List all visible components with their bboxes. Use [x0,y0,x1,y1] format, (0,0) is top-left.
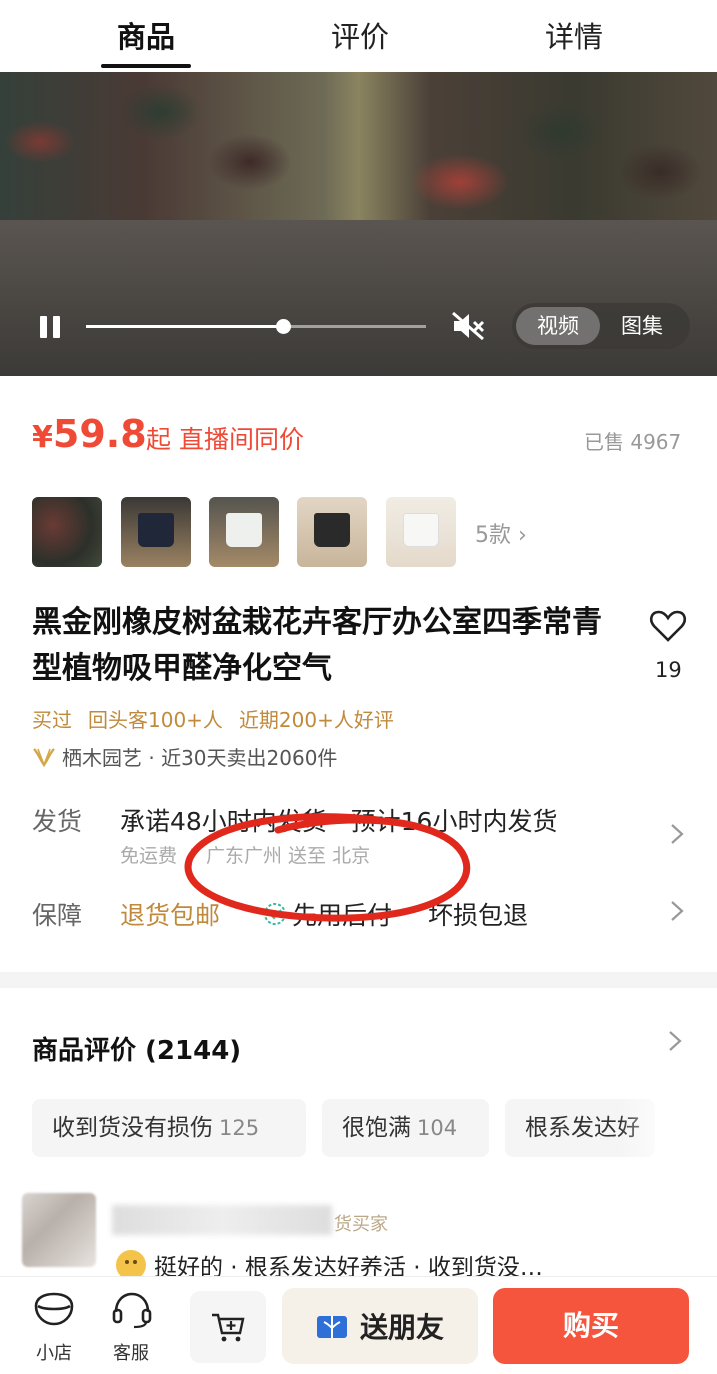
shop-info: 栖木园艺 · 近30天卖出2060件 [62,746,338,770]
product-page: 商品 评价 详情 视频 图集 ¥59.8 起 直播间同价 已售 4967 5款 … [0,0,717,1374]
guarantee-label: 保障 [32,901,83,930]
send-to-friend-label: 送朋友 [359,1311,444,1344]
avatar[interactable] [22,1193,96,1267]
gallery-toggle-button[interactable]: 图集 [600,307,684,345]
media-toggle: 视频 图集 [512,303,690,349]
favorite-count: 19 [655,658,682,682]
review-chip-no-damage[interactable]: 收到货没有损伤 125 [32,1099,306,1157]
chip-fade [620,1099,717,1157]
shipping-fee: 免运费 [120,845,178,867]
review-chip-count: 125 [219,1116,260,1140]
variant-thumb-light-pot[interactable] [386,497,456,567]
tab-details[interactable]: 详情 [545,14,603,56]
shipping-chevron-right-icon[interactable] [670,823,684,845]
headset-icon[interactable] [110,1290,154,1330]
review-chip-label: 收到货没有损伤 [52,1115,213,1141]
video-shade [0,220,717,376]
guarantee-chevron-right-icon[interactable] [670,900,684,922]
shop-line[interactable]: 栖木园艺 · 近30天卖出2060件 [32,742,337,771]
review-chip-count: 104 [417,1116,458,1140]
mute-icon[interactable] [450,310,486,342]
shipping-label: 发货 [32,807,83,836]
more-variants-link[interactable]: 5款 › [475,517,527,549]
product-title: 黑金刚橡皮树盆栽花卉客厅办公室四季常青型植物吸甲醛净化空气 [32,605,602,686]
tag-bought: 买过 [32,708,72,732]
shop-icon[interactable] [32,1292,76,1328]
product-tags: 买过 回头客100+人 近期200+人好评 [32,704,410,733]
review-chip-plump[interactable]: 很饱满 104 [322,1099,489,1157]
review-chip-label: 很饱满 [342,1115,411,1141]
variant-thumb-plant[interactable] [32,497,102,567]
cart-plus-icon [212,1313,245,1342]
shipping-route: 广东广州 送至 北京 [206,845,371,867]
section-divider [0,972,717,988]
tag-repeat-buyers: 回头客100+人 [88,708,223,732]
shipping-promise: 承诺48小时内发货 · 预计16小时内发货 [120,807,558,836]
guarantee-pay-later-text: 先用后付 [292,901,393,930]
reviewer-name-blurred [112,1205,332,1235]
sold-count: 已售 4967 [584,430,682,454]
guarantee-free-return: 退货包邮 [120,901,221,930]
reviews-title[interactable]: 商品评价 (2144) [32,1030,241,1067]
heart-icon[interactable] [648,606,688,646]
add-to-cart-button[interactable] [190,1291,266,1363]
guarantee-damage-refund: 坏损包退 [428,901,529,930]
top-tabs: 商品 评价 详情 [0,0,717,72]
send-to-friend-button[interactable]: 送朋友 [282,1288,478,1364]
price: ¥59.8 [32,412,147,456]
service-label[interactable]: 客服 [113,1339,149,1365]
shipping-sub: 免运费 广东广州 送至 北京 [120,841,370,868]
gift-icon [316,1316,347,1338]
video-progress-bar[interactable] [86,319,426,334]
tag-good-reviews: 近期200+人好评 [238,708,394,732]
reviewer-badge: 货买家 [334,1214,388,1235]
tab-goods[interactable]: 商品 [117,14,175,56]
guarantee-pay-later: 先用后付 [262,896,392,932]
video-toggle-button[interactable]: 视频 [516,307,600,345]
tab-reviews[interactable]: 评价 [331,14,389,56]
variant-thumb-dark-pot[interactable] [121,497,191,567]
shop-label[interactable]: 小店 [36,1339,72,1365]
pause-icon[interactable] [38,314,64,340]
buy-button[interactable]: 购买 [493,1288,689,1364]
price-amount: 59.8 [52,412,147,456]
active-tab-indicator [101,64,191,68]
price-currency: ¥ [32,420,53,455]
variant-thumb-black-pot[interactable] [297,497,367,567]
shop-logo-icon [33,747,55,767]
reviews-chevron-right-icon[interactable] [668,1030,682,1052]
video-progress-fill [86,325,284,328]
variant-thumb-white-pot[interactable] [209,497,279,567]
badge-icon [264,903,286,925]
price-tag: 起 直播间同价 [146,425,304,454]
video-frame [0,72,717,220]
